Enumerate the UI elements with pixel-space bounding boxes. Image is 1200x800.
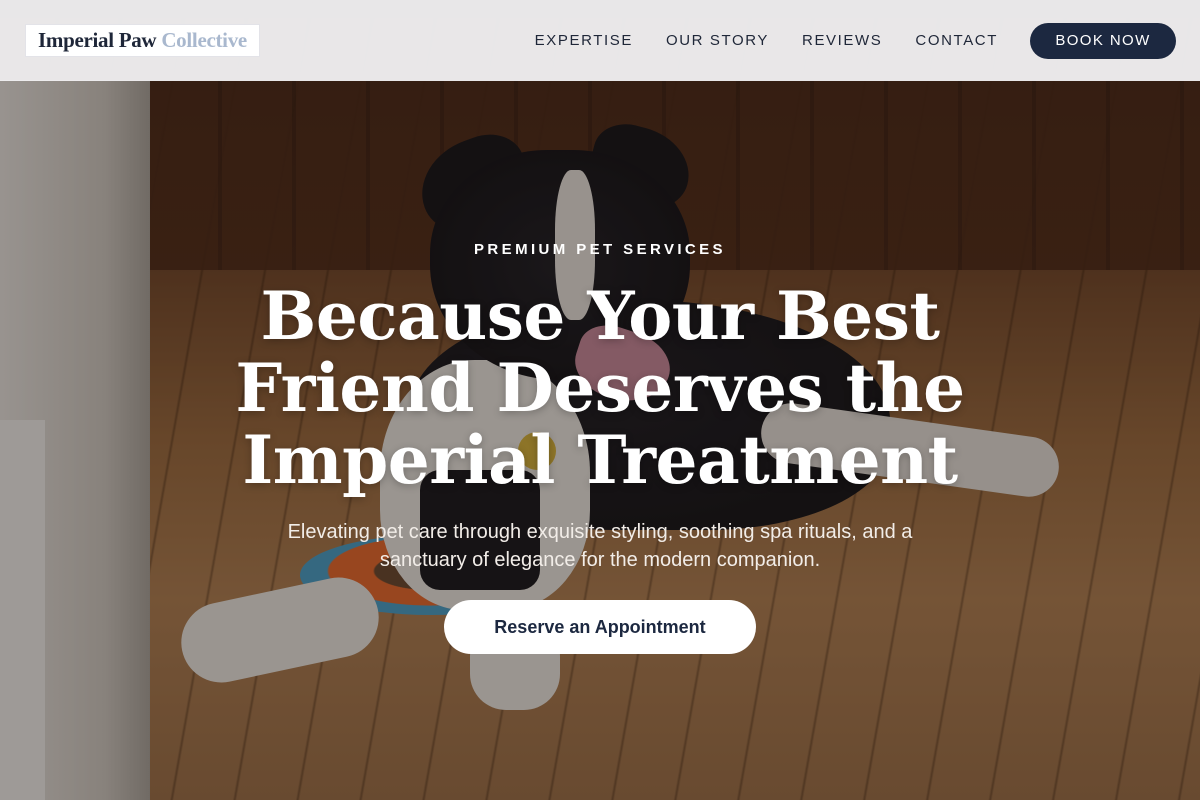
hero-content: PREMIUM PET SERVICES Because Your Best F…: [0, 0, 1200, 800]
hero-headline: Because Your Best Friend Deserves the Im…: [235, 277, 965, 499]
hero-subheadline: Elevating pet care through exquisite sty…: [287, 521, 913, 571]
hero-eyebrow: PREMIUM PET SERVICES: [474, 241, 726, 258]
reserve-appointment-button[interactable]: Reserve an Appointment: [444, 600, 756, 654]
